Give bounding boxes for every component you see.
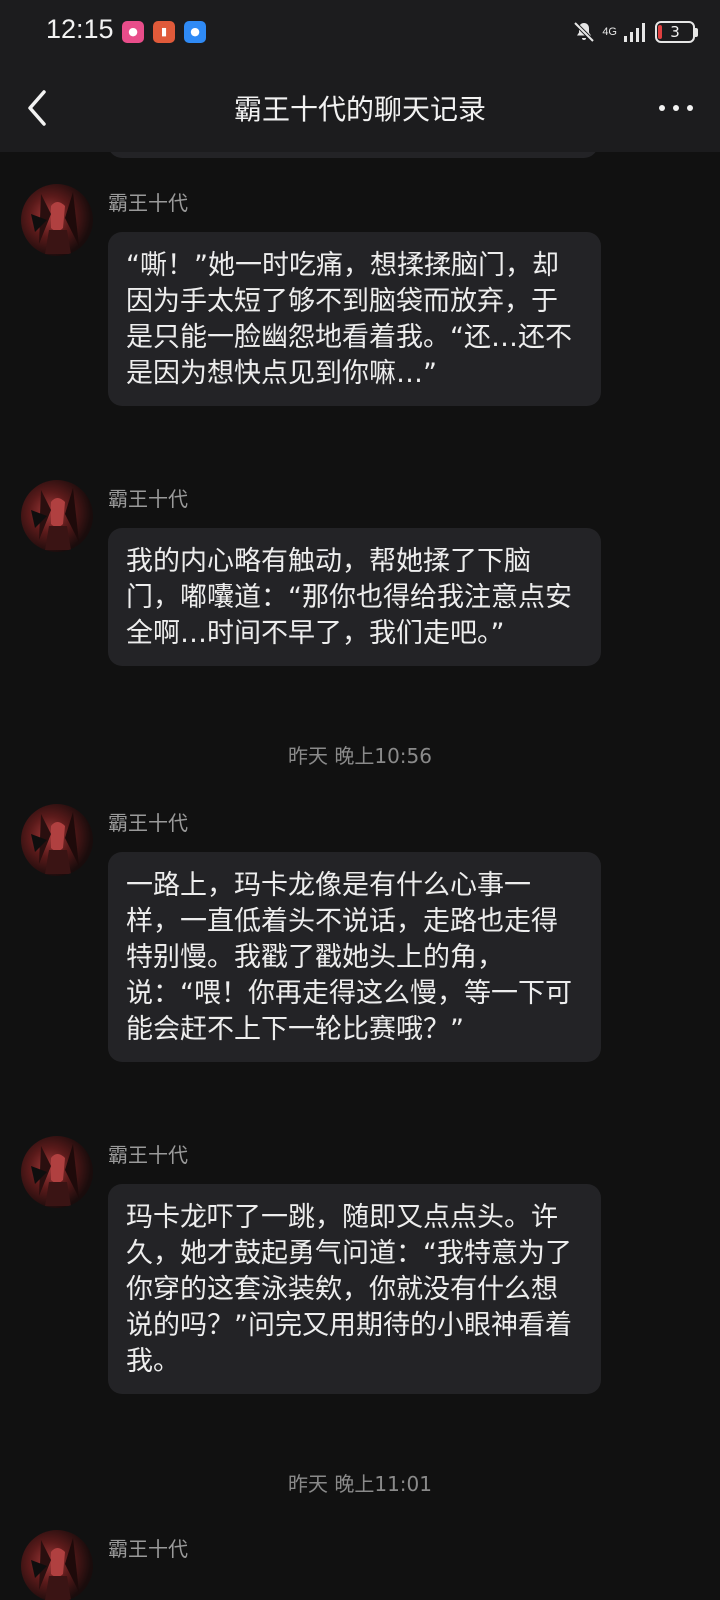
timestamp-divider: 昨天 晚上11:01: [288, 1472, 432, 1496]
avatar-image: [31, 192, 79, 254]
avatar-image: [31, 812, 79, 874]
title-bar: 霸王十代的聊天记录: [0, 64, 720, 152]
app-notification-icon: ●: [122, 21, 144, 43]
sender-name: 霸王十代: [108, 1537, 188, 1561]
chat-history-screen: 12:15 ● ▮ ● 4G 3 霸王十代的聊天记录 霸王十代 “嘶！”她一时吃…: [0, 0, 720, 1600]
battery-tip: [695, 27, 698, 37]
chat-message-list[interactable]: 霸王十代 “嘶！”她一时吃痛，想揉揉脑门，却因为手太短了够不到脑袋而放弃，于是只…: [0, 152, 720, 1600]
message-bubble[interactable]: “嘶！”她一时吃痛，想揉揉脑门，却因为手太短了够不到脑袋而放弃，于是只能一脸幽怨…: [108, 232, 601, 406]
avatar-image: [31, 488, 79, 550]
more-dots-icon: [659, 105, 693, 111]
sender-name: 霸王十代: [108, 487, 188, 511]
sender-name: 霸王十代: [108, 1143, 188, 1167]
signal-icon: [624, 23, 645, 42]
previous-message-bubble: [108, 152, 598, 158]
status-bar: 12:15 ● ▮ ● 4G 3: [0, 0, 720, 64]
sender-name: 霸王十代: [108, 811, 188, 835]
page-title: 霸王十代的聊天记录: [233, 93, 486, 126]
battery-icon: 3: [655, 21, 695, 43]
network-type: 4G: [602, 25, 617, 38]
message-bubble[interactable]: 一路上，玛卡龙像是有什么心事一样，一直低着头不说话，走路也走得特别慢。我戳了戳她…: [108, 852, 601, 1062]
avatar[interactable]: [21, 804, 93, 876]
avatar[interactable]: [21, 1136, 93, 1208]
status-time: 12:15: [46, 14, 114, 44]
message-bubble[interactable]: 玛卡龙吓了一跳，随即又点点头。许久，她才鼓起勇气问道：“我特意为了你穿的这套泳装…: [108, 1184, 601, 1394]
avatar[interactable]: [21, 480, 93, 552]
status-indicators: 4G 3: [572, 18, 698, 46]
message-notification-icon: ●: [184, 21, 206, 43]
more-options-button[interactable]: [654, 92, 698, 124]
timestamp-divider: 昨天 晚上10:56: [288, 744, 432, 768]
avatar[interactable]: [21, 1530, 93, 1600]
mute-icon: [573, 21, 595, 43]
app-notification-icon: ▮: [153, 21, 175, 43]
message-bubble[interactable]: 我的内心略有触动，帮她揉了下脑门，嘟囔道：“那你也得给我注意点安全啊…时间不早了…: [108, 528, 601, 666]
avatar[interactable]: [21, 184, 93, 256]
avatar-image: [31, 1144, 79, 1206]
avatar-image: [31, 1538, 79, 1600]
sender-name: 霸王十代: [108, 191, 188, 215]
